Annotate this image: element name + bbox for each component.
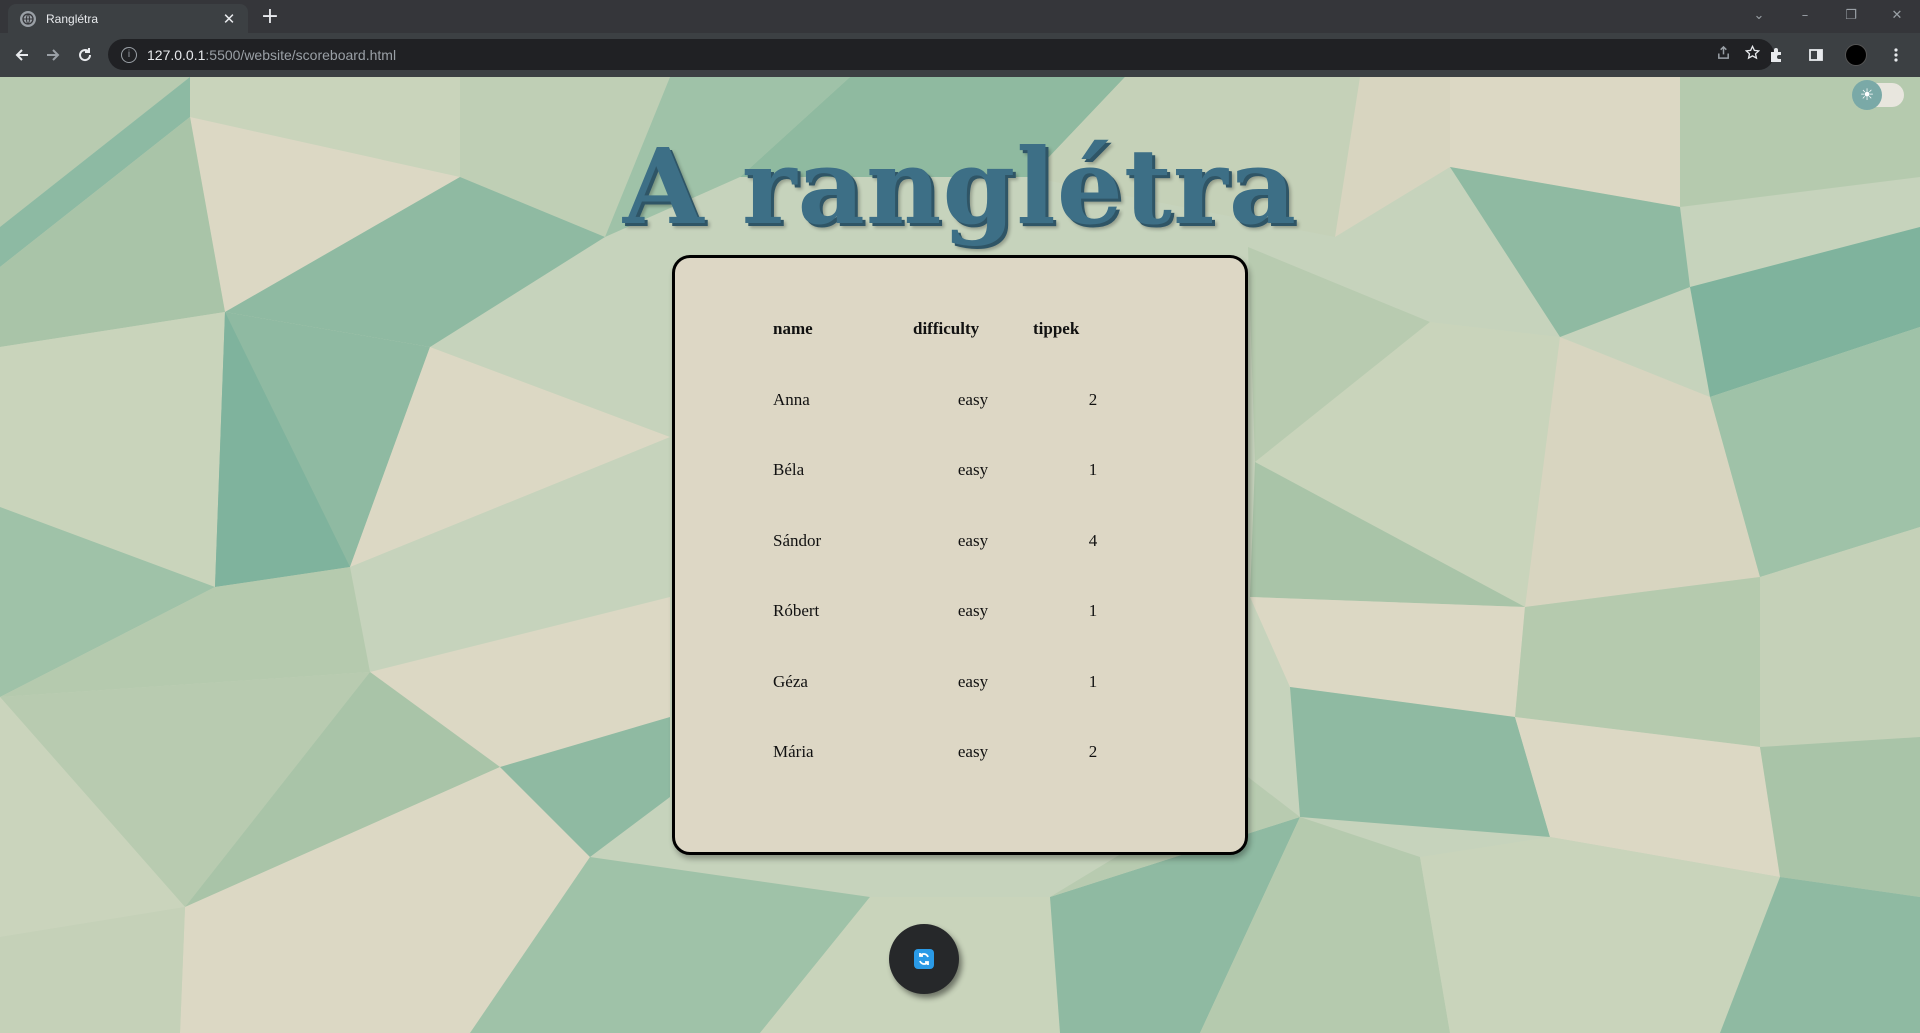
table-header-row: name difficulty tippek [773, 294, 1153, 365]
cell-tippek: 2 [1088, 389, 1098, 409]
url-path: :5500/website/scoreboard.html [205, 46, 397, 63]
cell-name: Sándor [773, 530, 822, 550]
header-difficulty: difficulty [913, 319, 980, 339]
cell-name: Mária [773, 742, 814, 762]
cell-name: Róbert [773, 601, 820, 621]
back-icon[interactable] [8, 41, 36, 69]
header-tippek: tippek [1033, 319, 1080, 339]
cell-difficulty: easy [957, 671, 989, 691]
cell-name: Géza [773, 671, 808, 691]
extensions-icon[interactable] [1762, 41, 1790, 69]
cell-difficulty: easy [957, 601, 989, 621]
browser-toolbar: i 127.0.0.1:5500/website/scoreboard.html [0, 33, 1920, 77]
cell-difficulty: easy [957, 460, 989, 480]
url-text: 127.0.0.1:5500/website/scoreboard.html [147, 47, 1716, 63]
share-icon[interactable] [1716, 45, 1731, 64]
table-row: Mária easy 2 [773, 717, 1153, 788]
minimize-icon[interactable]: – [1782, 0, 1828, 30]
scoreboard-table: name difficulty tippek Anna easy 2 Béla … [773, 294, 1153, 788]
forward-icon[interactable] [39, 41, 67, 69]
cell-difficulty: easy [957, 530, 989, 550]
page-title: A ranglétra [622, 125, 1298, 248]
new-tab-button[interactable]: + [258, 5, 282, 29]
cell-tippek: 1 [1088, 460, 1098, 480]
restore-icon[interactable]: ❐ [1828, 0, 1874, 30]
close-window-icon[interactable]: ✕ [1874, 0, 1920, 30]
header-name: name [773, 319, 813, 339]
bookmark-star-icon[interactable] [1744, 44, 1761, 64]
site-info-icon[interactable]: i [121, 46, 137, 63]
tab-title: Ranglétra [46, 11, 99, 26]
cell-difficulty: easy [957, 389, 989, 409]
cell-difficulty: easy [957, 742, 989, 762]
tab-search-icon[interactable]: ⌄ [1736, 0, 1782, 30]
table-row: Róbert easy 1 [773, 576, 1153, 647]
table-row: Géza easy 1 [773, 647, 1153, 718]
cell-tippek: 2 [1088, 742, 1098, 762]
browser-tab-bar: Ranglétra ✕ + ⌄ – ❐ ✕ [0, 0, 1920, 33]
theme-toggle[interactable]: ☀ [1852, 80, 1904, 110]
page-viewport: ☀ A ranglétra name difficulty tippek Ann… [0, 77, 1920, 1033]
cell-name: Anna [773, 389, 810, 409]
table-row: Sándor easy 4 [773, 506, 1153, 577]
table-row: Anna easy 2 [773, 365, 1153, 436]
cell-tippek: 1 [1088, 671, 1098, 691]
cell-name: Béla [773, 460, 805, 480]
cell-tippek: 1 [1088, 601, 1098, 621]
globe-icon [20, 10, 36, 27]
menu-dots-icon[interactable] [1882, 41, 1910, 69]
profile-avatar[interactable] [1842, 41, 1870, 69]
sun-icon: ☀ [1852, 80, 1882, 110]
url-host: 127.0.0.1 [147, 46, 206, 63]
address-bar[interactable]: i 127.0.0.1:5500/website/scoreboard.html [108, 39, 1774, 70]
cell-tippek: 4 [1088, 530, 1098, 550]
side-panel-icon[interactable] [1802, 41, 1830, 69]
browser-tab[interactable]: Ranglétra ✕ [8, 4, 248, 33]
window-controls: ⌄ – ❐ ✕ [1736, 0, 1920, 33]
scoreboard-card: name difficulty tippek Anna easy 2 Béla … [672, 255, 1248, 855]
reload-icon[interactable] [71, 41, 99, 69]
refresh-icon [914, 949, 934, 969]
table-row: Béla easy 1 [773, 435, 1153, 506]
tab-close-icon[interactable]: ✕ [220, 10, 238, 28]
refresh-button[interactable] [889, 924, 959, 994]
